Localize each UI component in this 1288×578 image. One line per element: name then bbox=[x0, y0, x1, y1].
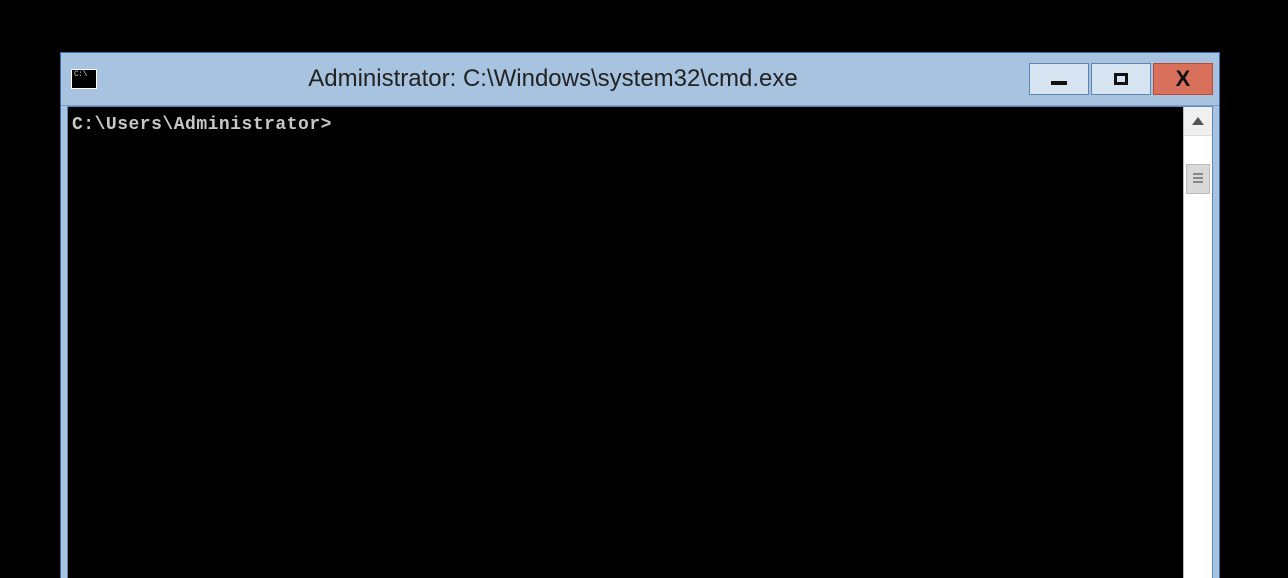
minimize-button[interactable] bbox=[1029, 63, 1089, 95]
cmd-icon bbox=[71, 69, 97, 89]
desktop: Administrator: C:\Windows\system32\cmd.e… bbox=[0, 0, 1288, 578]
window-title: Administrator: C:\Windows\system32\cmd.e… bbox=[97, 65, 1029, 93]
scroll-thumb[interactable] bbox=[1186, 164, 1210, 194]
client-area: C:\Users\Administrator> bbox=[67, 106, 1213, 578]
vertical-scrollbar[interactable] bbox=[1183, 107, 1212, 578]
minimize-icon bbox=[1051, 81, 1067, 85]
title-bar[interactable]: Administrator: C:\Windows\system32\cmd.e… bbox=[61, 53, 1219, 106]
prompt-text: C:\Users\Administrator> bbox=[72, 115, 332, 135]
cmd-window: Administrator: C:\Windows\system32\cmd.e… bbox=[60, 52, 1220, 578]
scroll-up-button[interactable] bbox=[1184, 107, 1212, 136]
window-controls: X bbox=[1029, 63, 1213, 95]
scroll-track[interactable] bbox=[1184, 136, 1212, 578]
maximize-button[interactable] bbox=[1091, 63, 1151, 95]
terminal-output[interactable]: C:\Users\Administrator> bbox=[68, 107, 1183, 578]
close-icon: X bbox=[1176, 68, 1191, 90]
close-button[interactable]: X bbox=[1153, 63, 1213, 95]
cursor bbox=[332, 113, 342, 129]
maximize-icon bbox=[1114, 73, 1128, 85]
